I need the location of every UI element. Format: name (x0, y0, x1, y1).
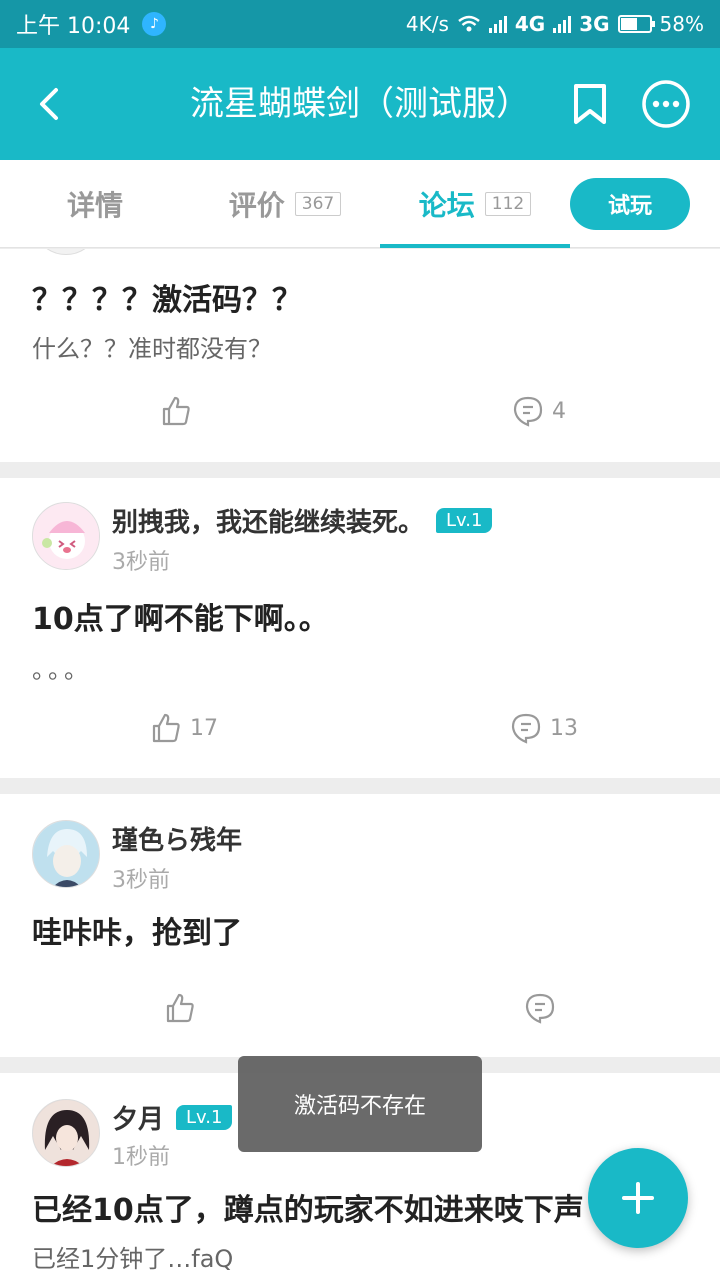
more-icon[interactable] (640, 78, 692, 130)
thumbs-up-icon (152, 713, 180, 743)
avatar[interactable] (32, 820, 100, 888)
avatar[interactable] (32, 502, 100, 570)
post-card[interactable]: 别拽我，我还能继续装死。 Lv.1 3秒前 10点了啊不能下啊。。 。。。 17… (0, 478, 720, 778)
like-count: 17 (190, 715, 218, 741)
avatar (32, 249, 100, 255)
tab-indicator (380, 244, 570, 248)
username: 瑾色ら残年 (112, 826, 243, 856)
avatar[interactable] (32, 1099, 100, 1167)
net-speed: 4K/s (405, 12, 449, 36)
comment-icon (513, 396, 543, 427)
wifi-icon (458, 15, 480, 32)
try-play-button[interactable]: 试玩 (570, 178, 690, 230)
network-3g: 3G (579, 12, 610, 36)
post-time: 3秒前 (112, 550, 170, 575)
page-title: 流星蝴蝶剑（测试服） (190, 84, 530, 124)
like-button[interactable] (160, 395, 200, 427)
headset-icon: ♪ (142, 12, 167, 36)
tab-count: 367 (294, 192, 342, 216)
post-title: ？？？？激活码？？ (32, 283, 302, 318)
comment-count: 13 (550, 715, 578, 741)
post-time: 3秒前 (112, 868, 170, 893)
username: 夕月 (112, 1105, 165, 1135)
anime-avatar-image (33, 821, 99, 887)
comment-button[interactable]: 13 (510, 712, 578, 744)
bookmark-icon[interactable] (568, 82, 612, 126)
network-4g: 4G (514, 12, 546, 36)
anime-avatar-image (33, 503, 99, 569)
battery-percent: 58% (659, 12, 704, 36)
like-button[interactable] (164, 992, 204, 1024)
post-author[interactable]: 瑾色ら残年 (112, 820, 242, 857)
post-author[interactable]: 夕月 Lv.1 (112, 1099, 233, 1136)
tab-label: 论坛 (418, 189, 475, 222)
comment-button[interactable] (524, 992, 564, 1024)
tab-forum[interactable]: 论坛 112 (380, 160, 570, 248)
status-bar: 上午 10:04 ♪ 4K/s 4G 3G 58% (0, 0, 720, 48)
username: 别拽我，我还能继续装死。 (112, 508, 425, 538)
signal-icon-2 (553, 15, 572, 33)
thumbs-up-icon (166, 993, 194, 1023)
tab-count: 112 (484, 192, 532, 216)
post-title: 10点了啊不能下啊。。 (32, 602, 329, 637)
comment-icon (525, 993, 555, 1024)
post-card[interactable]: ？？？？激活码？？ 什么？？准时都没有？ 4 (0, 249, 720, 462)
thumbs-up-icon (162, 396, 190, 426)
post-body: 。。。 (32, 656, 92, 684)
like-button[interactable]: 17 (150, 712, 218, 744)
anime-avatar-image (33, 1100, 99, 1166)
comment-button[interactable]: 4 (512, 395, 566, 427)
level-badge: Lv.1 (436, 508, 493, 533)
post-body: 已经1分钟了…faQ (32, 1245, 234, 1273)
post-title: 已经10点了，蹲点的玩家不如进来吱下声 (32, 1193, 584, 1228)
tab-label: 详情 (66, 189, 123, 222)
back-arrow-icon[interactable] (28, 80, 76, 128)
app-bar: 流星蝴蝶剑（测试服） (0, 48, 720, 160)
signal-icon (488, 15, 507, 33)
post-card[interactable]: 瑾色ら残年 3秒前 哇咔咔，抢到了 (0, 794, 720, 1057)
toast-message: 激活码不存在 (238, 1056, 482, 1152)
level-badge: Lv.1 (176, 1105, 233, 1130)
plus-icon (622, 1182, 654, 1214)
battery-icon (617, 15, 655, 33)
tab-reviews[interactable]: 评价 367 (190, 160, 380, 248)
new-post-button[interactable] (588, 1148, 688, 1248)
status-time: 上午 10:04 (16, 14, 131, 39)
comment-icon (511, 713, 541, 744)
post-author[interactable]: 别拽我，我还能继续装死。 Lv.1 (112, 502, 493, 539)
tab-details[interactable]: 详情 (0, 160, 190, 248)
comment-count: 4 (552, 398, 566, 424)
post-time: 1秒前 (112, 1145, 170, 1170)
post-title: 哇咔咔，抢到了 (32, 916, 242, 951)
post-body: 什么？？准时都没有？ (32, 335, 272, 363)
tab-label: 评价 (228, 189, 285, 222)
tab-bar: 详情 评价 367 论坛 112 试玩 (0, 160, 720, 248)
